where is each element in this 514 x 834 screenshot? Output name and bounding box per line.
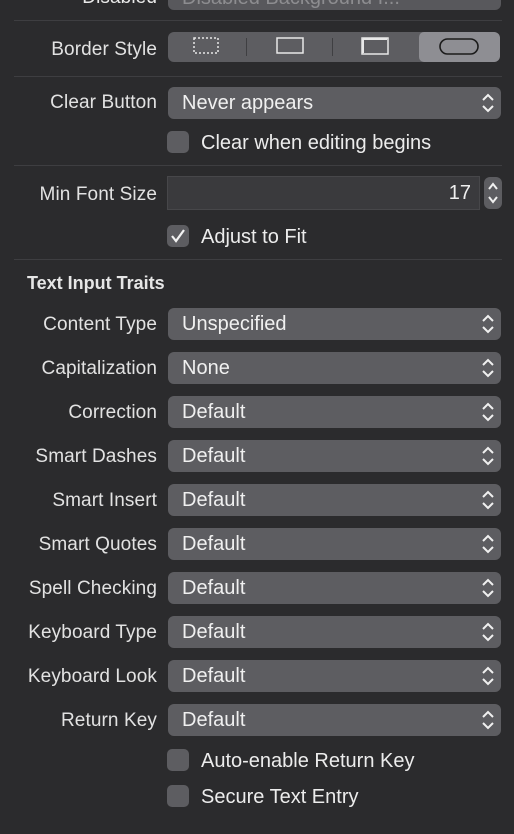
- chevron-up-down-icon: [482, 578, 494, 598]
- smart-insert-popup[interactable]: Default: [168, 484, 501, 516]
- secure-text-entry-label: Secure Text Entry: [201, 786, 359, 808]
- smart-dashes-popup[interactable]: Default: [168, 440, 501, 472]
- clear-when-editing-label: Clear when editing begins: [201, 132, 432, 154]
- clear-button-value: Never appears: [182, 92, 314, 114]
- capitalization-value: None: [182, 357, 230, 379]
- border-style-label: Border Style: [51, 39, 157, 60]
- disabled-background-popup[interactable]: Disabled Background I...: [168, 0, 501, 10]
- chevron-up-down-icon: [482, 314, 494, 334]
- correction-label: Correction: [68, 402, 157, 423]
- return-key-label: Return Key: [60, 710, 157, 731]
- capitalization-popup[interactable]: None: [168, 352, 501, 384]
- border-style-bezel-segment[interactable]: [333, 32, 419, 62]
- keyboard-type-label: Keyboard Type: [28, 622, 157, 643]
- clear-button-popup[interactable]: Never appears: [168, 87, 501, 119]
- clear-when-editing-checkbox[interactable]: [167, 131, 189, 153]
- min-font-size-field[interactable]: 17: [167, 176, 480, 210]
- stepper-arrows-icon: [488, 182, 498, 204]
- spell-checking-popup[interactable]: Default: [168, 572, 501, 604]
- border-style-none-segment[interactable]: [168, 32, 246, 62]
- line-border-icon: [276, 37, 304, 54]
- disabled-label: Disabled: [82, 0, 157, 10]
- separator: [14, 165, 502, 166]
- separator: [14, 76, 502, 77]
- chevron-up-down-icon: [482, 93, 494, 113]
- border-style-rounded-segment[interactable]: [419, 32, 500, 62]
- keyboard-type-popup[interactable]: Default: [168, 616, 501, 648]
- smart-quotes-popup[interactable]: Default: [168, 528, 501, 560]
- keyboard-look-popup[interactable]: Default: [168, 660, 501, 692]
- chevron-up-down-icon: [482, 402, 494, 422]
- auto-enable-return-key-label: Auto-enable Return Key: [201, 750, 415, 772]
- min-font-size-label: Min Font Size: [39, 184, 157, 205]
- adjust-to-fit-checkbox[interactable]: [167, 225, 189, 247]
- smart-insert-value: Default: [182, 489, 246, 511]
- keyboard-look-value: Default: [182, 665, 246, 687]
- smart-dashes-label: Smart Dashes: [35, 446, 157, 467]
- smart-insert-label: Smart Insert: [52, 490, 157, 511]
- min-font-size-stepper[interactable]: [484, 177, 502, 209]
- bezel-border-icon: [361, 37, 389, 55]
- content-type-value: Unspecified: [182, 313, 287, 335]
- checkmark-icon: [171, 229, 185, 243]
- secure-text-entry-checkbox[interactable]: [167, 785, 189, 807]
- smart-quotes-value: Default: [182, 533, 246, 555]
- keyboard-look-label: Keyboard Look: [27, 666, 157, 687]
- content-type-label: Content Type: [43, 314, 157, 335]
- chevron-up-down-icon: [482, 534, 494, 554]
- border-style-segmented-control[interactable]: [168, 32, 500, 62]
- spell-checking-label: Spell Checking: [28, 578, 157, 599]
- smart-dashes-value: Default: [182, 445, 246, 467]
- spell-checking-value: Default: [182, 577, 246, 599]
- chevron-up-down-icon: [482, 622, 494, 642]
- text-input-traits-title: Text Input Traits: [27, 273, 165, 293]
- auto-enable-return-key-checkbox[interactable]: [167, 749, 189, 771]
- chevron-up-down-icon: [482, 710, 494, 730]
- border-style-line-segment[interactable]: [247, 32, 332, 62]
- separator: [14, 20, 502, 21]
- return-key-popup[interactable]: Default: [168, 704, 501, 736]
- chevron-up-down-icon: [482, 666, 494, 686]
- smart-quotes-label: Smart Quotes: [38, 534, 157, 555]
- separator: [14, 259, 502, 260]
- disabled-background-value: Disabled Background I...: [182, 0, 400, 10]
- dotted-border-icon: [193, 37, 219, 54]
- clear-button-label: Clear Button: [50, 92, 157, 113]
- rounded-rect-border-icon: [439, 38, 479, 55]
- capitalization-label: Capitalization: [41, 358, 157, 379]
- correction-value: Default: [182, 401, 246, 423]
- chevron-up-down-icon: [482, 446, 494, 466]
- return-key-value: Default: [182, 709, 246, 731]
- min-font-size-value: 17: [448, 182, 471, 204]
- keyboard-type-value: Default: [182, 621, 246, 643]
- content-type-popup[interactable]: Unspecified: [168, 308, 501, 340]
- chevron-up-down-icon: [482, 490, 494, 510]
- chevron-up-down-icon: [482, 358, 494, 378]
- correction-popup[interactable]: Default: [168, 396, 501, 428]
- adjust-to-fit-label: Adjust to Fit: [201, 226, 307, 248]
